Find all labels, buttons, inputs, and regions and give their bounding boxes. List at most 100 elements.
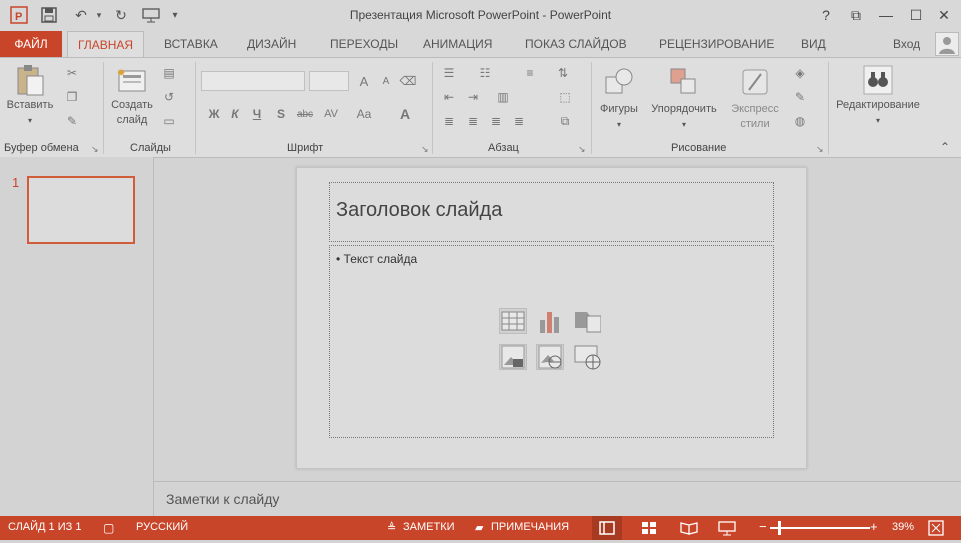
zoom-slider-thumb[interactable] [778,521,781,535]
underline-button[interactable]: Ч [248,105,266,123]
arrange-button[interactable]: Упорядочить ▾ [644,62,724,138]
group-separator [591,62,592,154]
paste-label: Вставить [6,99,54,111]
tab-insert[interactable]: ВСТАВКА [154,31,228,57]
section-icon[interactable]: ▭ [160,112,178,130]
ribbon-display-options-icon[interactable]: ⧉ [842,4,870,26]
zoom-in-button[interactable]: + [870,519,878,534]
justify-icon[interactable]: ≣ [510,112,528,130]
shapes-button[interactable]: Фигуры ▾ [594,62,644,138]
format-painter-icon[interactable]: ✎ [63,112,81,130]
collapse-ribbon-icon[interactable]: ⌃ [940,140,950,154]
paragraph-launcher-icon[interactable]: ↘ [578,144,588,154]
language-indicator[interactable]: РУССКИЙ [136,521,188,533]
tab-transitions[interactable]: ПЕРЕХОДЫ [320,31,408,57]
shrink-font-icon[interactable]: A [377,72,395,90]
paste-dropdown-icon: ▾ [27,116,32,125]
align-text-icon[interactable]: ⬚ [556,88,574,106]
insert-online-picture-icon[interactable] [536,344,564,370]
sign-in-link[interactable]: Вход [893,31,920,57]
columns-icon[interactable]: ▥ [494,88,512,106]
clear-formatting-icon[interactable]: ⌫ [399,72,417,90]
tab-view[interactable]: ВИД [791,31,836,57]
tab-review[interactable]: РЕЦЕНЗИРОВАНИЕ [649,31,784,57]
bold-button[interactable]: Ж [205,105,223,123]
svg-text:✸: ✸ [117,68,125,79]
notes-pane[interactable]: Заметки к слайду [154,481,961,517]
shape-outline-icon[interactable]: ✎ [791,88,809,106]
notes-toggle-button[interactable]: ЗАМЕТКИ [403,521,455,533]
status-bar: СЛАЙД 1 ИЗ 1 ▢ РУССКИЙ ≜ ЗАМЕТКИ ▰ ПРИМЕ… [0,516,961,540]
bullets-icon[interactable]: ☰ [440,64,458,82]
maximize-button[interactable]: ☐ [902,4,930,26]
quick-styles-label-2: стили [740,118,770,130]
layout-icon[interactable]: ▤ [160,64,178,82]
shape-fill-icon[interactable]: ◈ [791,64,809,82]
title-placeholder[interactable]: Заголовок слайда [329,182,774,242]
insert-table-icon[interactable] [499,308,527,334]
character-spacing-button[interactable]: AV [319,105,343,123]
line-spacing-icon[interactable]: ≡ [521,64,539,82]
content-placeholder[interactable]: • Текст слайда [329,245,774,438]
align-left-icon[interactable]: ≣ [440,112,458,130]
quick-styles-button[interactable]: Экспресс стили [724,62,786,138]
clipboard-launcher-icon[interactable]: ↘ [91,144,101,154]
slide-sorter-view-button[interactable] [634,516,664,540]
title-bar: P ↶ ▾ ↻ ▾ Презентация Microsoft PowerPoi… [0,0,961,31]
tab-design[interactable]: ДИЗАЙН [237,31,306,57]
tab-animations[interactable]: АНИМАЦИЯ [413,31,502,57]
zoom-slider-track[interactable] [770,527,870,529]
new-slide-button[interactable]: ✸ Создать слайд [107,62,157,138]
editing-button[interactable]: Редактирование ▾ [830,62,926,138]
spell-check-icon[interactable]: ▢ [103,521,114,535]
comments-toggle-button[interactable]: ПРИМЕЧАНИЯ [491,521,569,533]
grow-font-icon[interactable]: A [355,72,373,90]
tab-slide-show[interactable]: ПОКАЗ СЛАЙДОВ [515,31,637,57]
quick-styles-label-1: Экспресс [731,103,779,115]
numbering-icon[interactable]: ☷ [476,64,494,82]
help-button[interactable]: ? [812,4,840,26]
slides-group-label: Слайды [130,142,171,154]
slideshow-view-button[interactable] [712,516,742,540]
insert-chart-icon[interactable] [536,308,564,334]
tab-home[interactable]: ГЛАВНАЯ [67,31,145,58]
align-center-icon[interactable]: ≣ [464,112,482,130]
copy-icon[interactable]: ❐ [63,88,81,106]
user-avatar-icon[interactable] [935,32,959,56]
decrease-indent-icon[interactable]: ⇤ [440,88,458,106]
paste-button[interactable]: Вставить ▾ [4,62,56,134]
font-color-button[interactable]: A [396,105,414,123]
reset-icon[interactable]: ↺ [160,88,178,106]
close-button[interactable]: ✕ [930,4,958,26]
smartart-icon[interactable]: ⧉ [556,112,574,130]
zoom-out-button[interactable]: − [759,519,767,534]
tab-file[interactable]: ФАЙЛ [0,31,62,57]
italic-button[interactable]: К [226,105,244,123]
increase-indent-icon[interactable]: ⇥ [464,88,482,106]
editing-dropdown-icon: ▾ [875,116,880,125]
shape-effects-icon[interactable]: ◍ [791,112,809,130]
group-separator [195,62,196,154]
text-shadow-button[interactable]: S [272,105,290,123]
strikethrough-button[interactable]: abc [293,105,317,123]
zoom-level[interactable]: 39% [892,521,914,533]
arrange-dropdown-icon: ▾ [681,120,686,129]
font-size-combo[interactable] [309,71,349,91]
fit-slide-icon[interactable] [928,520,944,536]
shapes-icon [594,62,644,102]
cut-icon[interactable]: ✂ [63,64,81,82]
minimize-button[interactable]: — [872,4,900,26]
font-launcher-icon[interactable]: ↘ [421,144,431,154]
slide-thumbnail[interactable] [27,176,135,244]
text-direction-icon[interactable]: ⇅ [554,64,572,82]
font-name-combo[interactable] [201,71,305,91]
insert-smartart-icon[interactable] [573,308,601,334]
reading-view-button[interactable] [674,516,704,540]
change-case-button[interactable]: Aa [352,105,376,123]
insert-picture-icon[interactable] [499,344,527,370]
new-slide-label-2: слайд [116,114,148,126]
insert-video-icon[interactable] [573,344,601,370]
normal-view-button[interactable] [592,516,622,540]
align-right-icon[interactable]: ≣ [487,112,505,130]
drawing-launcher-icon[interactable]: ↘ [816,144,826,154]
